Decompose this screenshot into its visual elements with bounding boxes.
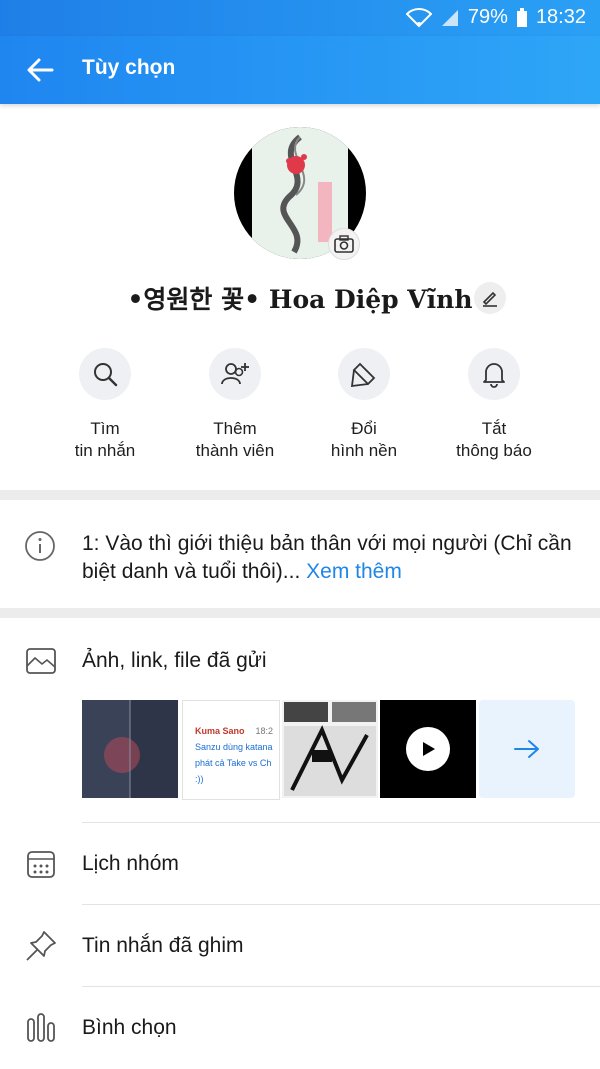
play-icon xyxy=(423,742,435,756)
media-label: Ảnh, link, file đã gửi xyxy=(82,649,267,672)
poll-label: Bình chọn xyxy=(82,1016,177,1039)
action-label-line2: tin nhắn xyxy=(74,441,136,460)
info-icon xyxy=(25,531,55,561)
clock: 18:32 xyxy=(535,6,586,28)
quick-actions: Tìm tin nhắn Thêm thành viên Đổi hình nề… xyxy=(0,348,600,468)
chat-header: Kuma Sano 18:2 xyxy=(195,723,273,739)
group-name: •영원한 꽃• Hoa Diệp Vĩnh xyxy=(127,285,473,314)
action-change-background[interactable]: Đổi hình nền xyxy=(299,348,429,462)
bell-icon xyxy=(483,363,505,388)
action-label-line2: hình nền xyxy=(330,441,398,460)
signal-icon xyxy=(441,9,458,26)
action-label: Tắt thông báo xyxy=(429,418,559,462)
pin-icon xyxy=(26,931,56,961)
pinned-label: Tin nhắn đã ghim xyxy=(82,934,244,957)
arrow-left-icon xyxy=(27,58,54,82)
menu-pinned-messages[interactable]: Tin nhắn đã ghim xyxy=(0,905,600,987)
menu-poll[interactable]: Bình chọn xyxy=(0,987,600,1069)
view-all-media-button[interactable] xyxy=(479,700,575,798)
group-description[interactable]: 1: Vào thì giới thiệu bản thân với mọi n… xyxy=(0,502,600,608)
chat-sender: Kuma Sano xyxy=(195,726,245,736)
chat-text: Sanzu dùng katana phát cả Take vs Ch :)) xyxy=(195,742,273,784)
action-search-messages[interactable]: Tìm tin nhắn xyxy=(40,348,170,462)
app-bar: Tùy chọn xyxy=(0,36,600,104)
media-thumbnails: Kuma Sano 18:2 Sanzu dùng katana phát cả… xyxy=(82,700,582,800)
thumb-image xyxy=(82,700,178,798)
media-row[interactable]: Ảnh, link, file đã gửi xyxy=(0,620,600,702)
background-circle xyxy=(338,348,390,400)
description-text: 1: Vào thì giới thiệu bản thân với mọi n… xyxy=(82,530,582,586)
calendar-label: Lịch nhóm xyxy=(82,852,179,875)
menu-calendar[interactable]: Lịch nhóm xyxy=(0,823,600,905)
chat-time: 18:2 xyxy=(255,726,273,736)
arrow-right-icon xyxy=(514,740,539,758)
media-thumb-video[interactable] xyxy=(380,700,476,798)
action-add-member[interactable]: Thêm thành viên xyxy=(170,348,300,462)
search-icon xyxy=(94,363,118,387)
play-button[interactable] xyxy=(406,727,450,771)
media-thumb-2[interactable]: Kuma Sano 18:2 Sanzu dùng katana phát cả… xyxy=(182,700,280,800)
edit-name-button[interactable] xyxy=(474,282,506,314)
battery-icon xyxy=(516,7,527,27)
paint-brush-icon xyxy=(350,362,376,388)
add-member-icon xyxy=(221,363,249,385)
action-label-line1: Tắt xyxy=(481,419,507,438)
action-label-line2: thành viên xyxy=(195,441,275,460)
media-thumb-3[interactable] xyxy=(282,700,378,798)
action-mute-notifications[interactable]: Tắt thông báo xyxy=(429,348,559,462)
gallery-icon xyxy=(26,648,56,674)
action-label-line1: Thêm xyxy=(213,419,257,438)
thumb-manga-image xyxy=(282,700,378,798)
action-label: Thêm thành viên xyxy=(170,418,300,462)
back-button[interactable] xyxy=(22,52,58,88)
poll-icon xyxy=(27,1013,55,1042)
calendar-icon xyxy=(27,851,55,878)
section-separator xyxy=(0,608,600,618)
action-label-line1: Tìm xyxy=(90,419,120,438)
action-label-line1: Đổi xyxy=(351,419,377,438)
bell-circle xyxy=(468,348,520,400)
wifi-icon xyxy=(405,7,432,27)
camera-icon xyxy=(334,235,354,253)
add-member-circle xyxy=(209,348,261,400)
change-avatar-button[interactable] xyxy=(328,228,360,260)
search-circle xyxy=(79,348,131,400)
page-title: Tùy chọn xyxy=(82,56,176,79)
media-thumb-1[interactable] xyxy=(82,700,178,798)
status-bar: 79% 18:32 xyxy=(0,0,600,36)
action-label-line2: thông báo xyxy=(456,441,532,460)
chat-preview: Kuma Sano 18:2 Sanzu dùng katana phát cả… xyxy=(183,701,279,787)
action-label: Đổi hình nền xyxy=(299,418,429,462)
see-more-link[interactable]: Xem thêm xyxy=(300,560,402,583)
action-label: Tìm tin nhắn xyxy=(40,418,170,462)
pencil-icon xyxy=(482,291,497,307)
status-right: 79% 18:32 xyxy=(405,6,586,29)
section-separator xyxy=(0,490,600,500)
battery-percent: 79% xyxy=(467,6,508,28)
